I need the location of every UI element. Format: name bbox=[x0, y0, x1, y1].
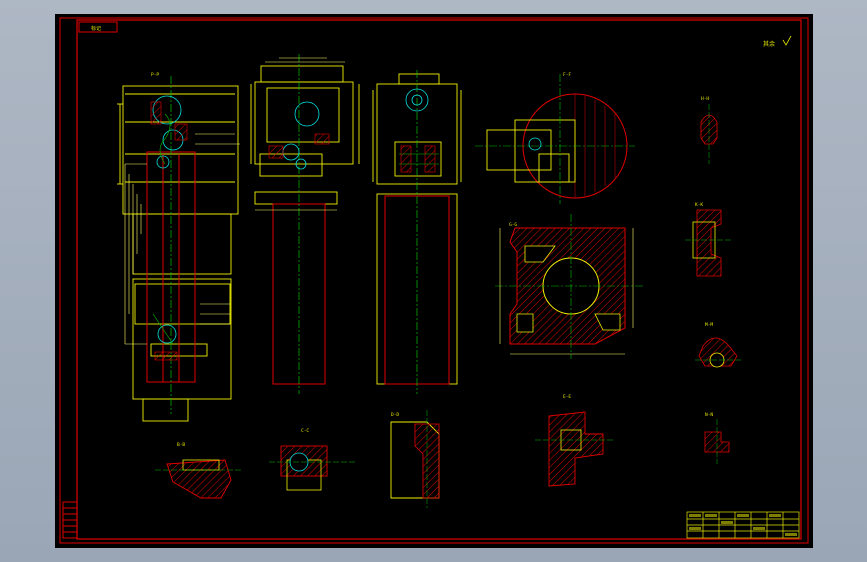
section-view-3 bbox=[390, 410, 440, 508]
drawing-sheet: 标记 其余 B-B C-C D-D E-E F-F G-G H-H K-K M-… bbox=[55, 14, 813, 548]
cad-drawing-canvas: 标记 其余 B-B C-C D-D E-E F-F G-G H-H K-K M-… bbox=[59, 17, 809, 544]
section-labels: B-B C-C D-D E-E F-F G-G H-H K-K M-M N-N … bbox=[151, 72, 713, 448]
top-left-stamp: 标记 bbox=[78, 21, 118, 33]
section-view-1 bbox=[155, 459, 241, 499]
left-margin-boxes bbox=[62, 501, 78, 539]
hatched-section-view bbox=[495, 214, 645, 359]
detail-view-top bbox=[700, 104, 718, 164]
detail-view-round bbox=[695, 337, 741, 368]
main-view-left bbox=[117, 76, 240, 422]
section-label-5: F-F bbox=[563, 72, 571, 78]
section-label-2: C-C bbox=[301, 428, 309, 434]
circular-detail-view bbox=[475, 74, 635, 204]
side-view-middle bbox=[250, 54, 360, 394]
section-view-2 bbox=[269, 445, 355, 491]
section-label-9: M-M bbox=[705, 322, 713, 328]
section-label-4: E-E bbox=[563, 394, 571, 400]
section-label-3: D-D bbox=[391, 412, 399, 418]
section-label-1: B-B bbox=[177, 442, 185, 448]
section-view-4 bbox=[535, 411, 615, 487]
front-view-right bbox=[372, 70, 462, 394]
section-label-7: H-H bbox=[701, 96, 709, 102]
section-label-8: K-K bbox=[695, 202, 703, 208]
stamp-text: 标记 bbox=[91, 25, 101, 32]
section-label-10: N-N bbox=[705, 412, 713, 418]
section-label-6: G-G bbox=[509, 222, 517, 228]
roughness-note: 其余 bbox=[763, 35, 792, 48]
roughness-note-text: 其余 bbox=[763, 40, 775, 48]
section-label-11: P-P bbox=[151, 72, 159, 78]
detail-view-bottom bbox=[704, 419, 730, 464]
detail-view-mid bbox=[685, 209, 731, 277]
